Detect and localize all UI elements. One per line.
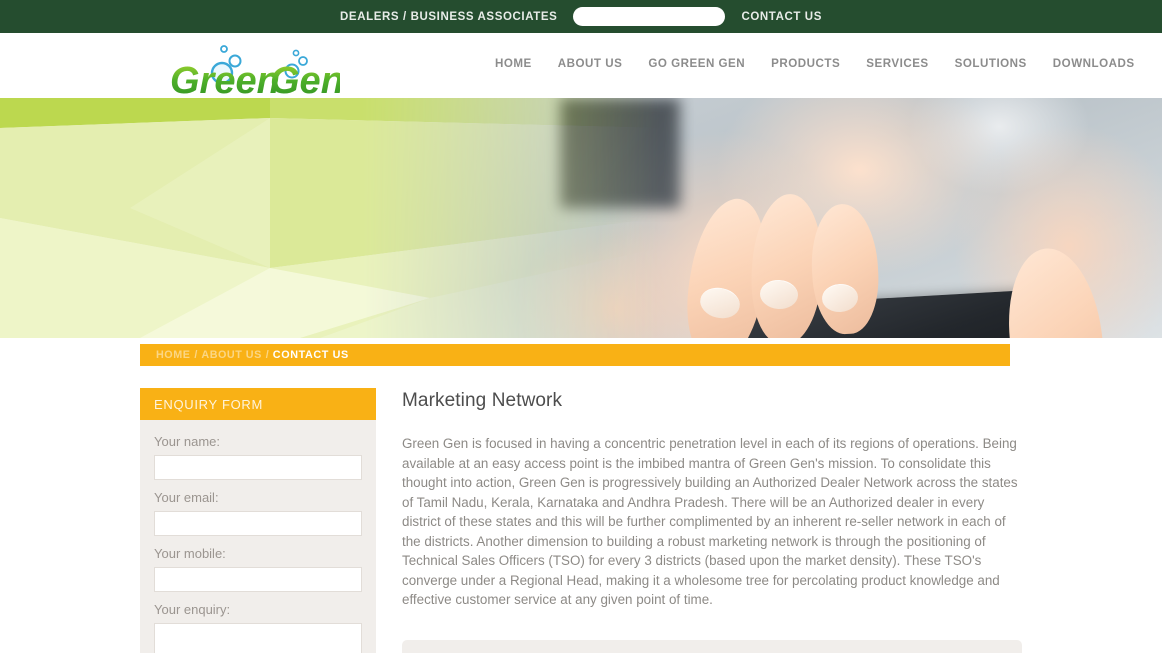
nav-item-home[interactable]: HOME bbox=[495, 57, 545, 70]
nav-item-services[interactable]: SERVICES bbox=[853, 57, 941, 70]
breadcrumb-separator: / bbox=[194, 349, 198, 361]
breadcrumb-item-about-us[interactable]: ABOUT US bbox=[201, 349, 261, 361]
logo-svg: Green Gen bbox=[170, 45, 344, 102]
breadcrumb-separator: / bbox=[265, 349, 269, 361]
hero-green-polygon-overlay bbox=[0, 98, 660, 338]
enquiry-form-title: ENQUIRY FORM bbox=[154, 396, 264, 412]
your-name-label: Your name: bbox=[154, 434, 221, 449]
your-email-input[interactable] bbox=[154, 511, 362, 536]
dealers-business-associates-link[interactable]: DEALERS / BUSINESS ASSOCIATES bbox=[340, 11, 557, 23]
enquiry-form: Your name: Your email: Your mobile: Your… bbox=[140, 420, 376, 653]
nav-item-solutions[interactable]: SOLUTIONS bbox=[942, 57, 1040, 70]
logo-wordmark-gen: Gen bbox=[270, 60, 340, 97]
breadcrumb-current-page: CONTACT US bbox=[272, 349, 349, 361]
article: Marketing Network Green Gen is focused i… bbox=[402, 388, 1022, 653]
your-email-label: Your email: bbox=[154, 490, 219, 505]
nav-item-products[interactable]: PRODUCTS bbox=[758, 57, 853, 70]
site-header: Green Gen HOME ABOUT US GO GREEN GEN PRO… bbox=[0, 33, 1162, 102]
hero-banner bbox=[0, 98, 1162, 338]
your-enquiry-label: Your enquiry: bbox=[154, 602, 231, 617]
nav-item-about-us[interactable]: ABOUT US bbox=[545, 57, 636, 70]
your-enquiry-textarea[interactable] bbox=[154, 623, 362, 653]
logo-wordmark-green: Green bbox=[170, 60, 280, 97]
nav-item-go-green-gen[interactable]: GO GREEN GEN bbox=[635, 57, 758, 70]
top-utility-bar: DEALERS / BUSINESS ASSOCIATES CONTACT US bbox=[0, 0, 1162, 33]
nav-item-downloads[interactable]: DOWNLOADS bbox=[1040, 57, 1148, 70]
contact-us-link[interactable]: CONTACT US bbox=[741, 11, 822, 23]
page-content: ENQUIRY FORM Your name: Your email: Your… bbox=[0, 388, 1162, 653]
enquiry-form-panel: ENQUIRY FORM Your name: Your email: Your… bbox=[140, 388, 376, 653]
breadcrumb-bar-wrapper: HOME / ABOUT US / CONTACT US bbox=[0, 338, 1162, 388]
breadcrumb: HOME / ABOUT US / CONTACT US bbox=[140, 344, 1010, 366]
article-body: Green Gen is focused in having a concent… bbox=[402, 436, 1018, 607]
your-name-input[interactable] bbox=[154, 455, 362, 480]
logo[interactable]: Green Gen bbox=[170, 39, 344, 102]
secondary-panel bbox=[402, 639, 1022, 653]
top-utility-bar-inner: DEALERS / BUSINESS ASSOCIATES CONTACT US bbox=[340, 7, 822, 26]
page-title: Marketing Network bbox=[402, 390, 563, 411]
your-mobile-input[interactable] bbox=[154, 567, 362, 592]
your-mobile-label: Your mobile: bbox=[154, 546, 226, 561]
enquiry-form-header: ENQUIRY FORM bbox=[140, 388, 376, 420]
main-navigation: HOME ABOUT US GO GREEN GEN PRODUCTS SERV… bbox=[495, 57, 1148, 70]
breadcrumb-item-home[interactable]: HOME bbox=[156, 349, 190, 361]
search-input[interactable] bbox=[573, 7, 726, 26]
